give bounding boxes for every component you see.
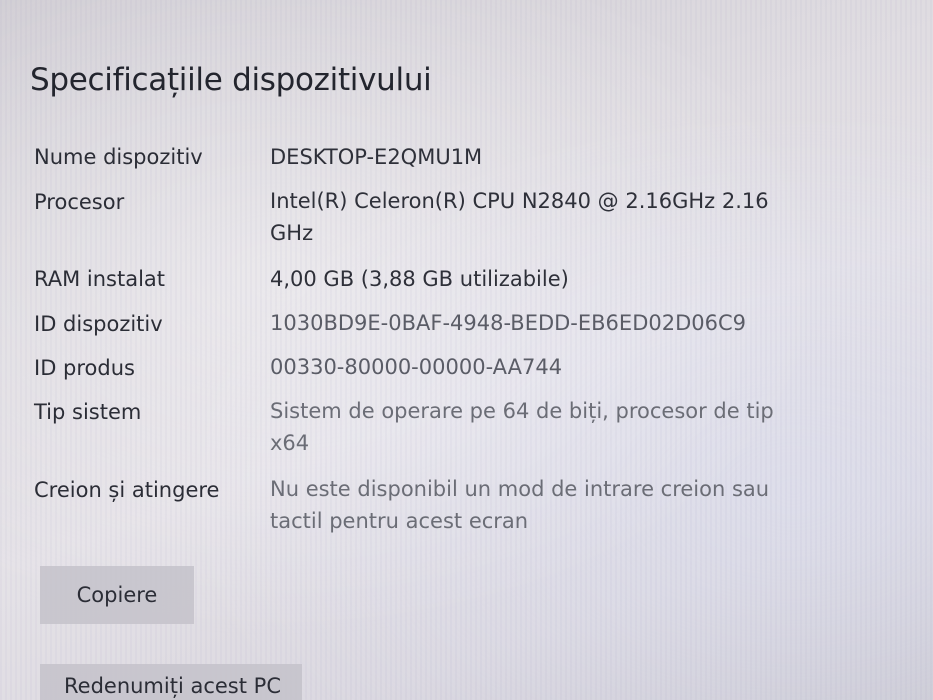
spec-value-device-id: 1030BD9E-0BAF-4948-BEDD-EB6ED02D06C9 [270,311,746,335]
copy-button[interactable]: Copiere [40,566,194,624]
rename-pc-button[interactable]: Redenumiți acest PC [40,664,302,700]
spec-label-device-id: ID dispozitiv [34,312,163,336]
spec-label-pen-touch: Creion și atingere [34,478,220,502]
spec-value-system-type: Sistem de operare pe 64 de biți, proceso… [270,399,774,455]
spec-label-device-name: Nume dispozitiv [34,145,203,169]
section-title: Specificațiile dispozitivului [30,62,432,98]
spec-value-ram: 4,00 GB (3,88 GB utilizabile) [270,267,569,291]
spec-value-product-id: 00330-80000-00000-AA744 [270,355,563,379]
spec-label-product-id: ID produs [34,356,135,380]
spec-label-system-type: Tip sistem [34,400,142,424]
spec-value-device-name: DESKTOP-E2QMU1M [270,145,483,169]
spec-value-pen-touch: Nu este disponibil un mod de intrare cre… [270,477,770,533]
spec-label-processor: Procesor [34,190,125,214]
spec-label-ram: RAM instalat [34,267,166,291]
spec-value-processor: Intel(R) Celeron(R) CPU N2840 @ 2.16GHz … [270,189,769,245]
